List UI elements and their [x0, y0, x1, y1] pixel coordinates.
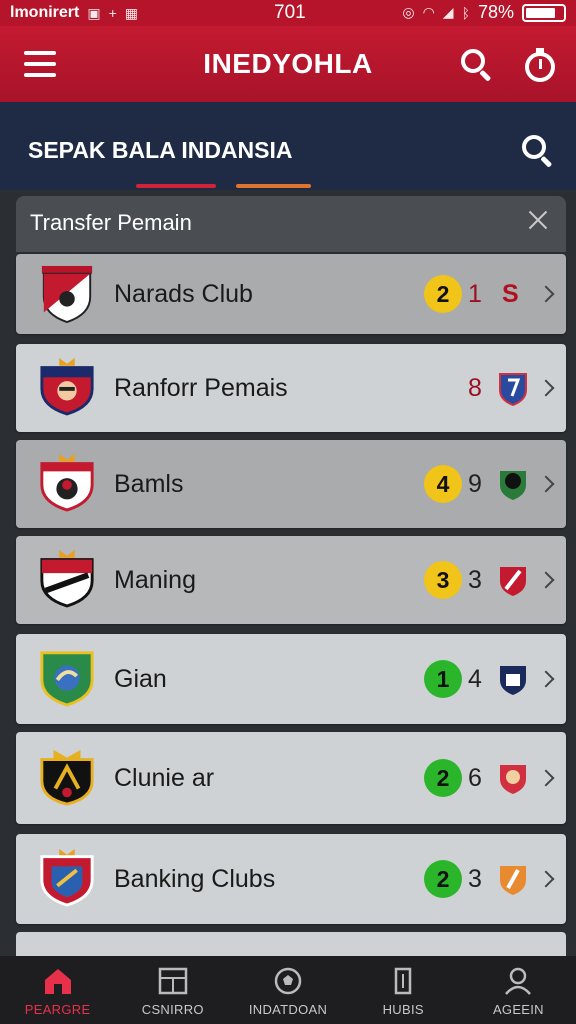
club-badge: 3 — [424, 561, 462, 599]
nav-label: PEARGRE — [24, 1002, 91, 1017]
status-bar: lmonirert ▣ + ▦ 701 ◎ ◠ ◢ ᛒ 78% — [0, 0, 576, 26]
tab-indicator-2[interactable] — [236, 184, 311, 188]
status-left: lmonirert ▣ + ▦ — [10, 4, 138, 22]
wifi-icon: ◠ — [422, 4, 435, 20]
club-name: Banking Clubs — [114, 865, 276, 893]
club-badge: 1 — [424, 660, 462, 698]
club-badge: 2 — [424, 275, 462, 313]
plus-icon: + — [108, 5, 117, 21]
club-crest-icon — [40, 357, 94, 416]
gallery-icon: ▦ — [124, 4, 138, 21]
club-name: Narads Club — [114, 280, 253, 308]
battery-percent: 78% — [477, 2, 514, 22]
chevron-right-icon — [537, 769, 555, 787]
mini-crest-icon — [500, 471, 526, 500]
club-score: 9 — [468, 470, 482, 498]
panel-title: Transfer Pemain — [30, 210, 192, 235]
mini-crest-icon — [500, 765, 526, 794]
club-row[interactable]: Banking Clubs 2 3 — [16, 834, 566, 924]
club-score: 8 — [468, 374, 482, 402]
chevron-right-icon — [537, 870, 555, 888]
mini-crest-icon — [500, 567, 526, 596]
nav-label: INDATDOAN — [248, 1002, 328, 1017]
bottom-nav: PEARGRE CSNIRRO INDATDOAN HUBIS AGEEIN — [0, 956, 576, 1024]
club-badge: 2 — [424, 860, 462, 898]
club-score: 3 — [468, 865, 482, 893]
app-bar: INEDYOHLA — [0, 26, 576, 102]
scoreboard-icon — [158, 967, 188, 995]
ball-icon — [274, 967, 302, 995]
club-name: Maning — [114, 566, 196, 594]
status-right: ◎ ◠ ◢ ᛒ 78% — [402, 2, 566, 23]
mini-crest-icon — [499, 373, 527, 406]
signal-icon: ◢ — [442, 4, 454, 20]
clock: 701 — [274, 2, 306, 23]
club-name: Bamls — [114, 470, 184, 498]
jersey-icon — [394, 967, 412, 995]
club-name: Gian — [114, 665, 167, 693]
panel-header: Transfer Pemain — [16, 196, 566, 252]
nav-item-jersey[interactable]: HUBIS — [346, 956, 461, 1024]
section-header: SEPAK BALA INDANSIA — [0, 102, 576, 190]
timer-icon[interactable] — [525, 48, 557, 82]
club-crest-icon — [40, 453, 94, 512]
club-name: Clunie ar — [114, 764, 215, 792]
bluetooth-icon: ᛒ — [461, 4, 470, 21]
club-row[interactable]: Clunie ar 2 6 — [16, 732, 566, 824]
club-crest-icon — [41, 265, 93, 324]
chevron-right-icon — [537, 571, 555, 589]
section-title: SEPAK BALA INDANSIA — [28, 137, 293, 163]
club-crest-icon — [40, 651, 94, 707]
club-row[interactable]: Maning 3 3 — [16, 536, 566, 624]
tab-indicator-1[interactable] — [136, 184, 216, 188]
club-crest-icon — [40, 549, 94, 608]
club-score: 3 — [468, 566, 482, 594]
club-crest-icon — [40, 749, 94, 806]
chevron-right-icon — [537, 285, 555, 303]
nav-item-ball[interactable]: INDATDOAN — [230, 956, 345, 1024]
nav-item-profile[interactable]: AGEEIN — [461, 956, 576, 1024]
notification-icon: ▣ — [87, 4, 101, 21]
search-icon[interactable] — [461, 49, 493, 82]
chevron-right-icon — [537, 475, 555, 493]
club-row[interactable]: Narads Club 2 1 S — [16, 254, 566, 334]
person-icon — [505, 967, 532, 995]
section-search-icon[interactable] — [522, 135, 554, 168]
club-row[interactable]: Ranforr Pemais 8 — [16, 344, 566, 432]
chevron-right-icon — [537, 379, 555, 397]
nav-item-home[interactable]: PEARGRE — [0, 956, 115, 1024]
nav-label: HUBIS — [382, 1002, 424, 1017]
carrier-label: lmonirert — [10, 4, 80, 21]
club-crest-icon — [40, 848, 94, 907]
home-icon — [44, 969, 71, 994]
club-badge: 4 — [424, 465, 462, 503]
mini-crest-icon — [500, 666, 526, 695]
mini-crest-icon — [500, 866, 526, 895]
club-score: 4 — [468, 665, 482, 693]
nav-label: AGEEIN — [492, 1002, 544, 1017]
chevron-right-icon — [537, 670, 555, 688]
nav-item-scoreboard[interactable]: CSNIRRO — [115, 956, 230, 1024]
nav-label: CSNIRRO — [141, 1002, 204, 1017]
club-score: 1 — [468, 280, 482, 308]
club-row[interactable]: Bamls 4 9 — [16, 440, 566, 528]
close-icon[interactable] — [526, 208, 550, 232]
club-badge: 2 — [424, 759, 462, 797]
club-score: 6 — [468, 764, 482, 792]
sync-icon: ◎ — [402, 4, 415, 20]
club-name: Ranforr Pemais — [114, 374, 288, 402]
club-extra: S — [502, 280, 519, 308]
club-row[interactable]: Gian 1 4 — [16, 634, 566, 724]
battery-icon — [522, 3, 566, 22]
